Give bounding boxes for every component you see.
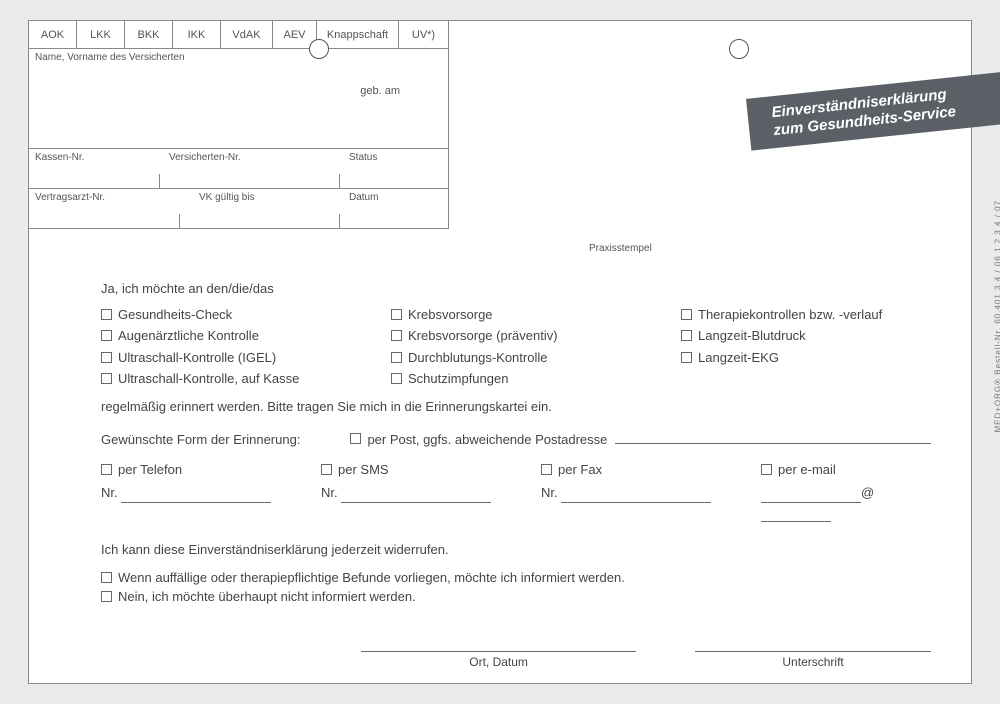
checkbox-icon[interactable] — [101, 309, 112, 320]
opt-inform-yes[interactable]: Wenn auffällige oder therapiepflichtige … — [101, 568, 931, 588]
checkbox-icon[interactable] — [761, 464, 772, 475]
opt-post: per Post, ggfs. abweichende Postadresse — [367, 430, 607, 450]
checkbox-icon[interactable] — [541, 464, 552, 475]
status-label: Status — [349, 152, 377, 163]
opt-fax[interactable]: per Fax — [541, 460, 741, 480]
insurer-lkk[interactable]: LKK — [77, 21, 125, 49]
opt-telefon[interactable]: per Telefon — [101, 460, 301, 480]
checkbox-icon[interactable] — [681, 352, 692, 363]
form-page: AOK LKK BKK IKK VdAK AEV Knappschaft UV*… — [28, 20, 972, 684]
insurer-vdak[interactable]: VdAK — [221, 21, 273, 49]
signature-row: Ort, Datum Unterschrift — [101, 651, 931, 669]
opt-ultraschall-kasse[interactable]: Ultraschall-Kontrolle, auf Kasse — [101, 369, 381, 389]
email-domain-input[interactable] — [761, 508, 831, 522]
insurer-row: AOK LKK BKK IKK VdAK AEV Knappschaft UV*… — [29, 21, 449, 49]
patient-row-2[interactable]: Kassen-Nr. Versicherten-Nr. Status — [29, 149, 449, 189]
insurer-aok[interactable]: AOK — [29, 21, 77, 49]
title-ribbon: Einverständniserklärung zum Gesundheits-… — [746, 71, 1000, 150]
opt-langzeit-blutdruck[interactable]: Langzeit-Blutdruck — [681, 326, 941, 346]
checkbox-icon[interactable] — [391, 352, 402, 363]
insurer-knappschaft[interactable]: Knappschaft — [317, 21, 399, 49]
opt-sms[interactable]: per SMS — [321, 460, 521, 480]
vk-label: VK gültig bis — [199, 192, 255, 203]
praxisstempel-label: Praxisstempel — [589, 243, 652, 254]
opt-inform-no[interactable]: Nein, ich möchte überhaupt nicht informi… — [101, 587, 931, 607]
checkbox-icon[interactable] — [101, 352, 112, 363]
opt-schutzimpfungen[interactable]: Schutzimpfungen — [391, 369, 671, 389]
post-address-input[interactable] — [615, 430, 931, 444]
checkbox-icon[interactable] — [101, 330, 112, 341]
email-user-input[interactable] — [761, 489, 861, 503]
opt-krebsvorsorge[interactable]: Krebsvorsorge — [391, 305, 671, 325]
side-print-info: MED+ORG® Bestell-Nr. 60.401 3 4 / 06 1 2… — [994, 200, 1000, 433]
circle-icon — [729, 39, 749, 59]
checkbox-icon[interactable] — [391, 309, 402, 320]
signature-label: Unterschrift — [782, 655, 843, 669]
patient-box: Name, Vorname des Versicherten geb. am K… — [29, 49, 449, 229]
checkbox-icon[interactable] — [101, 464, 112, 475]
checkbox-icon[interactable] — [101, 572, 112, 583]
signature-input[interactable] — [695, 651, 931, 652]
checkbox-icon[interactable] — [101, 373, 112, 384]
checkbox-icon[interactable] — [321, 464, 332, 475]
place-date-label: Ort, Datum — [469, 655, 528, 669]
kassen-label: Kassen-Nr. — [35, 152, 84, 163]
patient-name-row[interactable]: Name, Vorname des Versicherten geb. am — [29, 49, 449, 149]
options-grid: Gesundheits-Check Krebsvorsorge Therapie… — [101, 305, 931, 389]
insurer-uv[interactable]: UV*) — [399, 21, 449, 49]
opt-langzeit-ekg[interactable]: Langzeit-EKG — [681, 348, 941, 368]
fax-input[interactable] — [561, 489, 711, 503]
insurer-bkk[interactable]: BKK — [125, 21, 173, 49]
place-date-input[interactable] — [361, 651, 636, 652]
vertragsarzt-label: Vertragsarzt-Nr. — [35, 192, 105, 203]
opt-ultraschall-igel[interactable]: Ultraschall-Kontrolle (IGEL) — [101, 348, 381, 368]
checkbox-icon[interactable] — [681, 330, 692, 341]
contact-row: per Telefon per SMS per Fax per e-mail — [101, 460, 931, 480]
geb-label: geb. am — [360, 85, 400, 97]
opt-email[interactable]: per e-mail — [761, 460, 836, 480]
opt-durchblutung[interactable]: Durchblutungs-Kontrolle — [391, 348, 671, 368]
reminder-text: regelmäßig erinnert werden. Bitte tragen… — [101, 397, 931, 417]
opt-augenaerztlich[interactable]: Augenärztliche Kontrolle — [101, 326, 381, 346]
sms-input[interactable] — [341, 489, 491, 503]
insurer-ikk[interactable]: IKK — [173, 21, 221, 49]
checkbox-icon[interactable] — [350, 433, 361, 444]
checkbox-icon[interactable] — [391, 330, 402, 341]
number-row: Nr. Nr. Nr. @ — [101, 483, 931, 522]
form-body: Ja, ich möchte an den/die/das Gesundheit… — [101, 279, 931, 607]
form-label: Gewünschte Form der Erinnerung: — [101, 430, 300, 450]
checkbox-icon[interactable] — [101, 591, 112, 602]
intro-text: Ja, ich möchte an den/die/das — [101, 279, 931, 299]
patient-row-3[interactable]: Vertragsarzt-Nr. VK gültig bis Datum — [29, 189, 449, 229]
opt-gesundheits-check[interactable]: Gesundheits-Check — [101, 305, 381, 325]
checkbox-icon[interactable] — [391, 373, 402, 384]
opt-krebsvorsorge-praeventiv[interactable]: Krebsvorsorge (präventiv) — [391, 326, 671, 346]
tel-input[interactable] — [121, 489, 271, 503]
datum-label: Datum — [349, 192, 378, 203]
versicherten-label: Versicherten-Nr. — [169, 152, 241, 163]
revoke-text: Ich kann diese Einverständniserklärung j… — [101, 540, 931, 560]
opt-therapiekontrollen[interactable]: Therapiekontrollen bzw. -verlauf — [681, 305, 941, 325]
name-label: Name, Vorname des Versicherten — [35, 52, 185, 63]
checkbox-icon[interactable] — [681, 309, 692, 320]
